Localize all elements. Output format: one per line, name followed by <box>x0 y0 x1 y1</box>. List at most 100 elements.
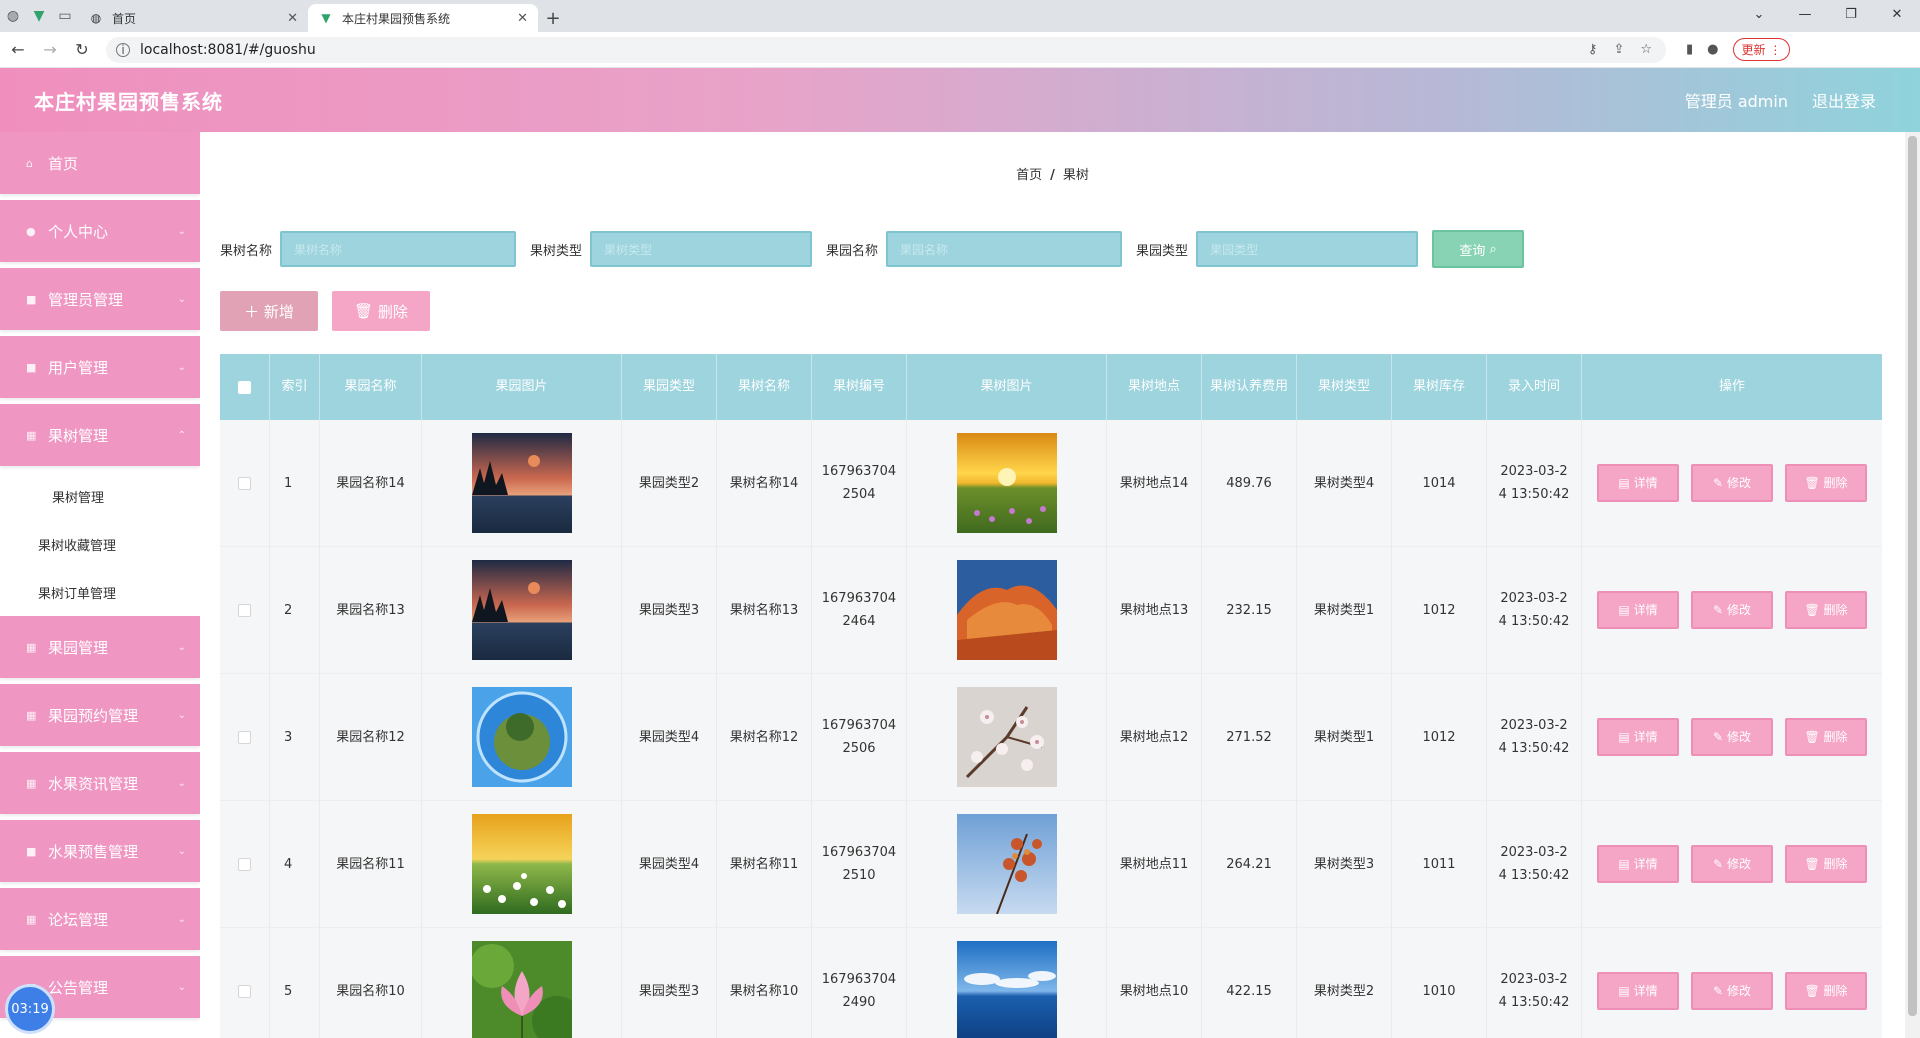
delete-button[interactable]: 🗑 删除 <box>1785 972 1867 1010</box>
delete-button[interactable]: 🗑 删除 <box>1785 718 1867 756</box>
logout-button[interactable]: 退出登录 <box>1812 88 1876 112</box>
timer-badge[interactable]: 03:19 <box>5 984 55 1034</box>
detail-button[interactable]: ▤ 详情 <box>1597 972 1679 1010</box>
close-icon[interactable]: ✕ <box>287 11 298 26</box>
cell-fee: 232.15 <box>1202 547 1297 673</box>
edit-button[interactable]: ✎ 修改 <box>1691 591 1773 629</box>
edit-button[interactable]: ✎ 修改 <box>1691 718 1773 756</box>
info-icon[interactable]: i <box>116 42 130 57</box>
row-checkbox[interactable] <box>238 476 251 490</box>
col-header: 操作 <box>1718 379 1745 394</box>
table-row[interactable]: 2 果园名称13 果园类型3 果树名称13 1679637042464 果树地点13 232… <box>220 547 1882 674</box>
row-checkbox[interactable] <box>238 984 251 998</box>
chevron-down-icon: ⌄ <box>177 709 186 721</box>
cell-stock: 1012 <box>1392 547 1487 673</box>
grid-icon: ▦ <box>26 640 37 654</box>
sidebar-item-orchards[interactable]: ▦ 果园管理 ⌄ <box>0 616 200 678</box>
cell-orchard-type: 果园类型2 <box>622 420 717 546</box>
sidebar-item-home[interactable]: ⌂ 首页 <box>0 132 200 194</box>
breadcrumb: 首页 / 果树 <box>200 164 1905 183</box>
forward-icon[interactable]: → <box>36 36 64 64</box>
browser-tab-app[interactable]: ▼ 本庄村果园预售系统 ✕ <box>308 4 538 32</box>
cell-location: 果树地点14 <box>1107 420 1202 546</box>
user-icon: ● <box>26 224 36 238</box>
row-checkbox[interactable] <box>238 730 251 744</box>
cell-tree-name: 果树名称14 <box>717 420 812 546</box>
detail-button[interactable]: ▤ 详情 <box>1597 718 1679 756</box>
edit-button[interactable]: ✎ 修改 <box>1691 464 1773 502</box>
search-button[interactable]: 查询 ⌕ <box>1432 230 1525 268</box>
vue-logo-icon[interactable]: ▼ <box>26 0 52 32</box>
pencil-icon: ✎ <box>1713 983 1724 998</box>
row-checkbox[interactable] <box>238 603 251 617</box>
menu-icon: ■ <box>26 360 37 374</box>
reload-icon[interactable]: ↻ <box>68 36 96 64</box>
submenu-tree-favorites[interactable]: 果树收藏管理 <box>0 520 200 568</box>
submenu-tree-orders[interactable]: 果树订单管理 <box>0 568 200 616</box>
tree-type-input[interactable]: 果树类型 <box>590 231 813 267</box>
edit-button[interactable]: ✎ 修改 <box>1691 845 1773 883</box>
tree-no-text: 1679637042504 <box>821 464 897 502</box>
delete-button[interactable]: 🗑 删除 <box>1785 845 1867 883</box>
table-row[interactable]: 3 果园名称12 果园类型4 果树名称12 1679637042506 果树地点12 271… <box>220 674 1882 801</box>
browser-tabbar: ◍ ▼ ▭ ◍ 首页 ✕ ▼ 本庄村果园预售系统 ✕ + ⌄ — ❐ ✕ <box>0 0 1920 32</box>
cell-fee: 264.21 <box>1202 801 1297 927</box>
tree-name-input[interactable]: 果树名称 <box>280 231 517 267</box>
sidebar-item-trees[interactable]: ▦ 果树管理 ⌃ <box>0 404 200 466</box>
page-scrollbar[interactable] <box>1905 132 1920 1038</box>
key-icon[interactable]: ⚷ <box>1588 42 1598 57</box>
new-tab-button[interactable]: + <box>538 4 568 32</box>
scrollbar-thumb[interactable] <box>1908 136 1917 1016</box>
bulk-delete-button[interactable]: 🗑 删除 <box>332 291 430 331</box>
grid-icon: ▦ <box>26 428 37 442</box>
update-button[interactable]: 更新 ⋮ <box>1732 38 1791 61</box>
browser-tab-home[interactable]: ◍ 首页 ✕ <box>78 4 308 32</box>
chevron-down-icon: ⌄ <box>177 641 186 653</box>
sidebar-item-forum[interactable]: ▦ 论坛管理 ⌄ <box>0 888 200 950</box>
detail-button[interactable]: ▤ 详情 <box>1597 464 1679 502</box>
back-icon[interactable]: ← <box>4 36 32 64</box>
detail-button[interactable]: ▤ 详情 <box>1597 591 1679 629</box>
chevron-down-icon[interactable]: ⌄ <box>1736 0 1782 28</box>
cell-orchard-type: 果园类型3 <box>622 547 717 673</box>
close-icon[interactable]: ✕ <box>517 11 528 26</box>
add-button[interactable]: ＋ 新增 <box>220 291 318 331</box>
select-all-checkbox[interactable] <box>238 380 251 394</box>
sidebar-item-profile[interactable]: ● 个人中心 ⌄ <box>0 200 200 262</box>
sidebar-item-admin[interactable]: ■ 管理员管理 ⌄ <box>0 268 200 330</box>
col-header: 果树编号 <box>812 354 907 420</box>
table-row[interactable]: 5 果园名称10 果园类型3 果树名称10 1679637042490 果树地点10 422… <box>220 928 1882 1038</box>
sidebar-item-presale[interactable]: ■ 水果预售管理 ⌄ <box>0 820 200 882</box>
close-window-icon[interactable]: ✕ <box>1874 0 1920 28</box>
cell-time: 2023-03-24 13:50:42 <box>1487 547 1582 673</box>
table-row[interactable]: 4 果园名称11 果园类型4 果树名称11 1679637042510 果树地点11 264… <box>220 801 1882 928</box>
share-icon[interactable]: ⇪ <box>1613 42 1624 57</box>
search-label-orchard-name: 果园名称 <box>826 243 879 259</box>
orchard-name-input[interactable]: 果园名称 <box>886 231 1123 267</box>
row-checkbox[interactable] <box>238 857 251 871</box>
globe-icon[interactable]: ◍ <box>0 0 26 32</box>
sidepanel-icon[interactable]: ▮ <box>1686 42 1693 57</box>
breadcrumb-home[interactable]: 首页 <box>1016 168 1042 183</box>
profile-icon[interactable]: ● <box>1707 42 1718 57</box>
restore-icon[interactable]: ❐ <box>1828 0 1874 28</box>
url-field[interactable]: i localhost:8081/#/guoshu ⚷ ⇪ ☆ <box>106 36 1666 63</box>
delete-button[interactable]: 🗑 删除 <box>1785 464 1867 502</box>
submenu-tree-manage[interactable]: 果树管理 <box>0 472 200 520</box>
sidebar-item-news[interactable]: ▦ 水果资讯管理 ⌄ <box>0 752 200 814</box>
trash-icon: 🗑 <box>1804 602 1820 617</box>
orchard-type-input[interactable]: 果园类型 <box>1196 231 1419 267</box>
detail-button[interactable]: ▤ 详情 <box>1597 845 1679 883</box>
star-icon[interactable]: ☆ <box>1640 42 1652 57</box>
cell-orchard-image <box>422 420 622 546</box>
cell-tree-image <box>907 801 1107 927</box>
minimize-icon[interactable]: — <box>1782 0 1828 28</box>
table-row[interactable]: 1 果园名称14 果园类型2 果树名称14 1679637042504 果树地点14 489… <box>220 420 1882 547</box>
tree-table: 索引 果园名称 果园图片 果园类型 果树名称 果树编号 果树图片 果树地点 果树… <box>220 354 1882 1038</box>
blank-tab-icon[interactable]: ▭ <box>52 0 78 32</box>
delete-button[interactable]: 🗑 删除 <box>1785 591 1867 629</box>
edit-button[interactable]: ✎ 修改 <box>1691 972 1773 1010</box>
sidebar-item-users[interactable]: ■ 用户管理 ⌄ <box>0 336 200 398</box>
sidebar-item-reservations[interactable]: ▦ 果园预约管理 ⌄ <box>0 684 200 746</box>
cell-ops: ▤ 详情 ✎ 修改 🗑 删除 <box>1582 801 1882 927</box>
